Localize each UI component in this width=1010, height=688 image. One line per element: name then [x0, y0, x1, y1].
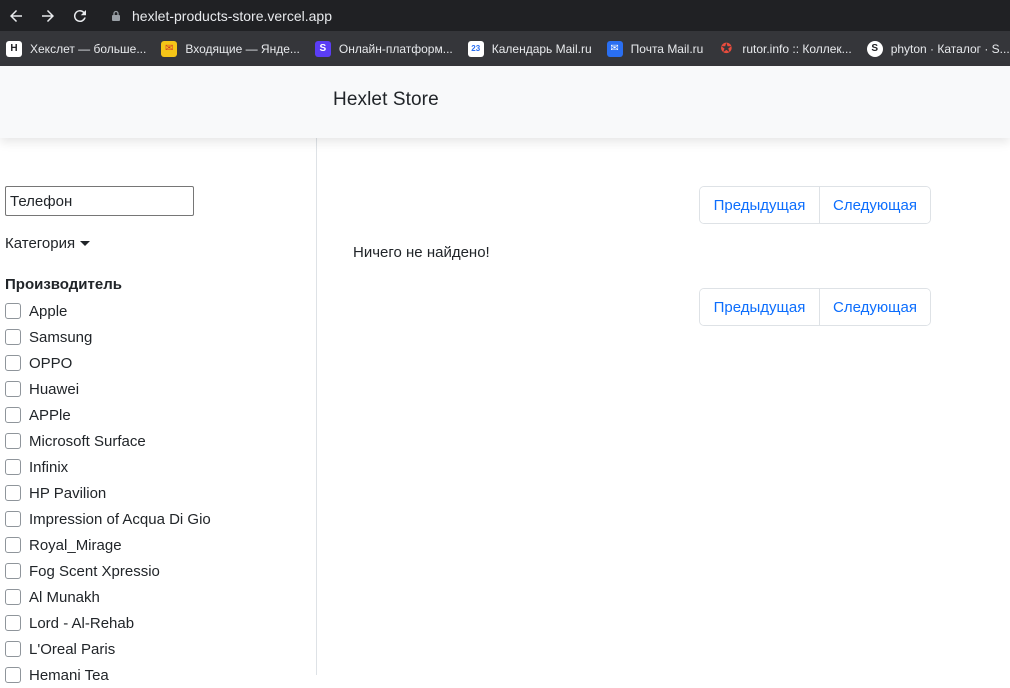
maker-label: APPle — [29, 406, 71, 424]
arrow-right-icon — [42, 9, 54, 22]
maker-checkbox[interactable] — [5, 563, 21, 579]
bookmarks-bar: H Хекслет — больше... ✉ Входящие — Янде.… — [0, 31, 1010, 66]
maker-label: Fog Scent Xpressio — [29, 562, 160, 580]
maker-label: Hemani Tea — [29, 666, 109, 684]
maker-label: Impression of Acqua Di Gio — [29, 510, 211, 528]
maker-item[interactable]: Microsoft Surface — [5, 428, 211, 454]
maker-item[interactable]: Al Munakh — [5, 584, 211, 610]
next-page-button[interactable]: Следующая — [820, 187, 930, 223]
bookmark-item[interactable]: H Хекслет — больше... — [6, 40, 147, 57]
url-text: hexlet-products-store.vercel.app — [132, 7, 332, 24]
pagination-top: Предыдущая Следующая — [699, 186, 931, 224]
lock-icon — [112, 10, 120, 21]
mail-envelope-icon: ✉ — [161, 40, 178, 57]
maker-item[interactable]: Apple — [5, 298, 211, 324]
maker-checkbox[interactable] — [5, 667, 21, 683]
maker-item[interactable]: Hemani Tea — [5, 662, 211, 688]
maker-label: HP Pavilion — [29, 484, 107, 502]
maker-label: Royal_Mirage — [29, 536, 122, 554]
hexlet-icon: H — [6, 40, 22, 57]
bookmark-label: rutor.info :: Коллек... — [742, 41, 852, 56]
forward-button[interactable] — [32, 0, 64, 31]
maker-checkbox[interactable] — [5, 459, 21, 475]
maker-item[interactable]: Huawei — [5, 376, 211, 402]
bookmark-item[interactable]: ✉ Входящие — Янде... — [161, 40, 300, 57]
search-input[interactable] — [5, 186, 194, 216]
maker-checkbox[interactable] — [5, 303, 21, 319]
maker-item[interactable]: Samsung — [5, 324, 211, 350]
maker-label: Microsoft Surface — [29, 432, 146, 450]
s-logo-icon: S — [314, 40, 331, 57]
maker-checkbox[interactable] — [5, 615, 21, 631]
maker-list: Apple Samsung OPPO Huawei APPle Microsof… — [5, 298, 211, 688]
maker-checkbox[interactable] — [5, 407, 21, 423]
maker-label: L'Oreal Paris — [29, 640, 116, 658]
category-dropdown[interactable]: Категория — [5, 235, 91, 252]
mail-icon: ✉ — [606, 40, 623, 57]
bookmark-item[interactable]: S phyton · Каталог · S... — [866, 40, 1010, 57]
maker-item[interactable]: OPPO — [5, 350, 211, 376]
maker-label: Al Munakh — [29, 588, 100, 606]
reload-icon — [73, 9, 86, 22]
maker-item[interactable]: L'Oreal Paris — [5, 636, 211, 662]
maker-checkbox[interactable] — [5, 355, 21, 371]
filters-sidebar: Категория Производитель Apple Samsung OP… — [0, 138, 317, 684]
maker-label: Huawei — [29, 380, 80, 398]
category-label: Категория — [5, 235, 76, 252]
bookmark-label: Календарь Mail.ru — [491, 41, 592, 56]
bookmark-label: Входящие — Янде... — [185, 41, 300, 56]
pagination-bottom: Предыдущая Следующая — [699, 288, 931, 326]
site-navbar: Hexlet Store — [0, 66, 1010, 138]
maker-checkbox[interactable] — [5, 433, 21, 449]
rutor-icon: ✪ — [720, 40, 733, 56]
caret-down-icon — [80, 241, 91, 246]
maker-checkbox[interactable] — [5, 485, 21, 501]
next-page-button[interactable]: Следующая — [820, 289, 930, 325]
empty-results-message: Ничего не найдено! — [353, 244, 490, 261]
prev-page-button[interactable]: Предыдущая — [700, 289, 820, 325]
maker-title: Производитель — [5, 276, 122, 293]
main-content: Предыдущая Следующая Ничего не найдено! … — [318, 138, 1010, 675]
bookmark-label: Почта Mail.ru — [630, 41, 704, 56]
bookmark-label: phyton · Каталог · S... — [890, 41, 1010, 56]
bookmark-label: Хекслет — больше... — [30, 41, 147, 56]
address-bar[interactable]: hexlet-products-store.vercel.app — [102, 0, 332, 31]
maker-item[interactable]: Lord - Al-Rehab — [5, 610, 211, 636]
maker-checkbox[interactable] — [5, 537, 21, 553]
maker-item[interactable]: APPle — [5, 402, 211, 428]
maker-label: Infinix — [29, 458, 69, 476]
bookmark-item[interactable]: ✪ rutor.info :: Коллек... — [718, 40, 852, 57]
maker-label: Samsung — [29, 328, 93, 346]
bookmark-label: Онлайн-платформ... — [338, 41, 453, 56]
maker-label: OPPO — [29, 354, 73, 372]
maker-item[interactable]: HP Pavilion — [5, 480, 211, 506]
brand-link[interactable]: Hexlet Store — [333, 89, 439, 111]
maker-item[interactable]: Infinix — [5, 454, 211, 480]
back-button[interactable] — [0, 0, 32, 31]
reload-button[interactable] — [64, 0, 96, 31]
maker-item[interactable]: Fog Scent Xpressio — [5, 558, 211, 584]
maker-item[interactable]: Royal_Mirage — [5, 532, 211, 558]
arrow-left-icon — [10, 9, 22, 22]
maker-checkbox[interactable] — [5, 329, 21, 345]
maker-checkbox[interactable] — [5, 589, 21, 605]
browser-toolbar: hexlet-products-store.vercel.app — [0, 0, 1010, 31]
link-icon: S — [866, 40, 883, 57]
maker-checkbox[interactable] — [5, 641, 21, 657]
calendar-icon: 23 — [467, 40, 484, 57]
maker-item[interactable]: Impression of Acqua Di Gio — [5, 506, 211, 532]
bookmark-item[interactable]: ✉ Почта Mail.ru — [606, 40, 704, 57]
bookmark-item[interactable]: 23 Календарь Mail.ru — [467, 40, 592, 57]
maker-label: Apple — [29, 302, 68, 320]
maker-label: Lord - Al-Rehab — [29, 614, 135, 632]
bookmark-item[interactable]: S Онлайн-платформ... — [314, 40, 453, 57]
maker-checkbox[interactable] — [5, 381, 21, 397]
prev-page-button[interactable]: Предыдущая — [700, 187, 820, 223]
maker-checkbox[interactable] — [5, 511, 21, 527]
